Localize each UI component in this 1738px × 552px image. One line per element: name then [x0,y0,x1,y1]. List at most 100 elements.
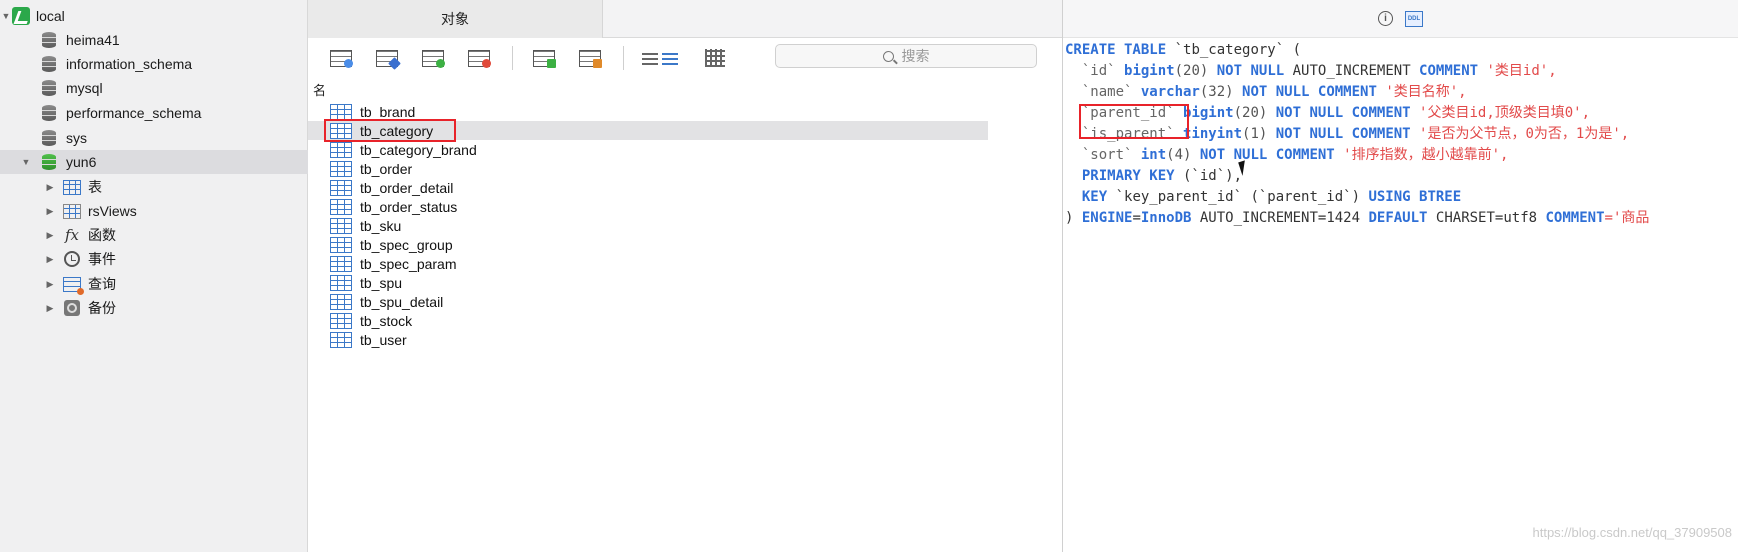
database-open-icon [42,154,56,170]
table-icon [330,331,352,348]
search-placeholder: 搜索 [901,48,930,64]
node-label: 表 [88,179,102,195]
ddl-panel-header: i DDL [1063,0,1738,38]
delete-table-button[interactable] [466,47,492,69]
export-wizard-button[interactable] [577,47,603,69]
navigation-sidebar: ▼ local heima41 information_schema mysql… [0,0,308,552]
tree-node-views[interactable]: ▶ rsViews [0,199,308,223]
table-name: tb_user [360,331,407,348]
tree-db-heima41[interactable]: heima41 [0,28,308,52]
expand-arrow-icon[interactable]: ▼ [0,11,12,21]
tree-node-functions[interactable]: ▶ fx 函数 [0,223,308,247]
view-icon [62,203,82,219]
export-icon [579,49,602,68]
toolbar-divider [512,46,513,70]
function-icon: fx [64,226,79,244]
table-name: tb_spu [360,274,403,291]
table-name: tb_category_brand [360,141,477,158]
table-row[interactable]: tb_spu_detail [308,292,988,311]
tree-connection-local[interactable]: ▼ local [0,4,308,28]
design-table-button[interactable] [374,47,401,70]
tree-db-yun6[interactable]: ▼ yun6 [0,150,308,174]
table-name: tb_brand [360,103,416,120]
new-table-button[interactable] [420,47,446,69]
node-label: 备份 [88,300,116,316]
collapse-arrow-icon[interactable]: ▶ [44,279,56,290]
collapse-arrow-icon[interactable]: ▶ [44,206,56,217]
tree-db-mysql[interactable]: mysql [0,76,308,100]
search-input[interactable]: 搜索 [775,44,1037,68]
collapse-arrow-icon[interactable]: ▶ [44,230,56,241]
new-table-icon [422,49,445,68]
tree-db-information-schema[interactable]: information_schema [0,52,308,76]
database-icon [42,130,56,146]
table-row[interactable]: tb_user [308,330,988,349]
table-row[interactable]: tb_order_detail [308,178,988,197]
node-label: 函数 [88,227,116,243]
table-name: tb_stock [360,312,413,329]
table-row[interactable]: tb_spec_param [308,254,988,273]
list-view-icon[interactable] [642,51,658,65]
table-icon [330,236,352,253]
info-icon[interactable]: i [1378,11,1393,26]
tree-db-performance-schema[interactable]: performance_schema [0,101,308,125]
table-row[interactable]: tb_category_brand [308,140,988,159]
navicat-window: ▼ local heima41 information_schema mysql… [0,0,1738,552]
node-label: rsViews [88,203,137,219]
tree-db-sys[interactable]: sys [0,126,308,150]
tab-label: 对象 [441,11,469,27]
table-row[interactable]: tb_order_status [308,197,988,216]
detail-view-icon[interactable] [662,51,678,65]
tree-node-queries[interactable]: ▶ 查询 [0,272,308,296]
query-icon [62,276,84,295]
table-icon [330,160,352,177]
table-icon [330,179,352,196]
database-label: mysql [66,80,103,96]
ddl-icon[interactable]: DDL [1405,10,1423,27]
table-row[interactable]: tb_order [308,159,988,178]
design-table-icon [376,49,401,70]
tree-node-events[interactable]: ▶ 事件 [0,247,308,271]
table-icon [330,274,352,291]
column-header-name[interactable]: 名 [313,80,326,99]
table-row[interactable]: tb_spu [308,273,988,292]
database-icon [42,56,56,72]
table-name: tb_sku [360,217,402,234]
database-icon [42,105,56,121]
database-label: information_schema [66,56,193,72]
database-label: sys [66,130,87,146]
tab-bar: 对象 [308,0,1062,38]
table-name: tb_spec_param [360,255,457,272]
clock-icon [62,251,82,267]
database-label: yun6 [66,154,97,170]
table-name: tb_order [360,160,413,177]
node-label: 查询 [88,276,116,292]
node-label: 事件 [88,251,116,267]
grid-view-button[interactable] [702,47,728,69]
table-row[interactable]: tb_sku [308,216,988,235]
table-row[interactable]: tb_spec_group [308,235,988,254]
highlight-box [1079,104,1189,139]
watermark: https://blog.csdn.net/qq_37909508 [1532,525,1733,540]
table-row[interactable]: tb_stock [308,311,988,330]
database-label: heima41 [66,32,120,48]
collapse-arrow-icon[interactable]: ▶ [44,254,56,265]
grid-view-icon [705,49,725,67]
database-icon [42,80,56,96]
expand-arrow-icon[interactable]: ▼ [20,157,32,167]
open-table-button[interactable] [328,47,354,69]
table-icon [330,255,352,272]
object-panel: 对象 搜索 名 tb_brand tb_category tb_category_b… [308,0,1063,552]
table-icon [330,198,352,215]
import-wizard-button[interactable] [531,47,557,69]
table-icon [330,103,352,120]
tree-node-backups[interactable]: ▶ 备份 [0,296,308,320]
table-icon [62,179,82,195]
table-name: tb_order_status [360,198,458,215]
view-mode-toggle[interactable] [642,49,682,67]
tree-node-tables[interactable]: ▶ 表 [0,175,308,199]
delete-table-icon [468,49,491,68]
tab-objects[interactable]: 对象 [308,0,603,38]
collapse-arrow-icon[interactable]: ▶ [44,303,56,314]
collapse-arrow-icon[interactable]: ▶ [44,182,56,193]
